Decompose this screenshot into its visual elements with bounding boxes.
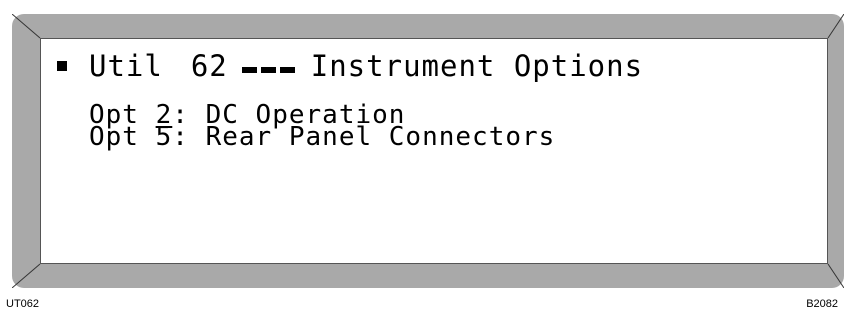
option-line: Opt 5: Rear Panel Connectors	[89, 122, 556, 152]
menu-prefix: Util	[89, 49, 163, 83]
screen-code-label: UT062	[6, 298, 40, 310]
figure-code-label: B2082	[806, 298, 838, 310]
menu-title-row: Util 62 Instrument Options	[57, 49, 643, 83]
cursor-bullet-icon	[57, 61, 67, 71]
option-text: Rear Panel Connectors	[205, 122, 556, 152]
option-number: 5	[155, 122, 173, 152]
lcd-screen: Util 62 Instrument Options Opt 2: DC Ope…	[40, 38, 828, 264]
option-label: Opt	[89, 122, 139, 152]
menu-number: 62	[190, 49, 228, 83]
menu-separator-dashes	[241, 67, 295, 73]
menu-title: Instrument Options	[310, 49, 644, 83]
option-colon: :	[172, 122, 189, 152]
